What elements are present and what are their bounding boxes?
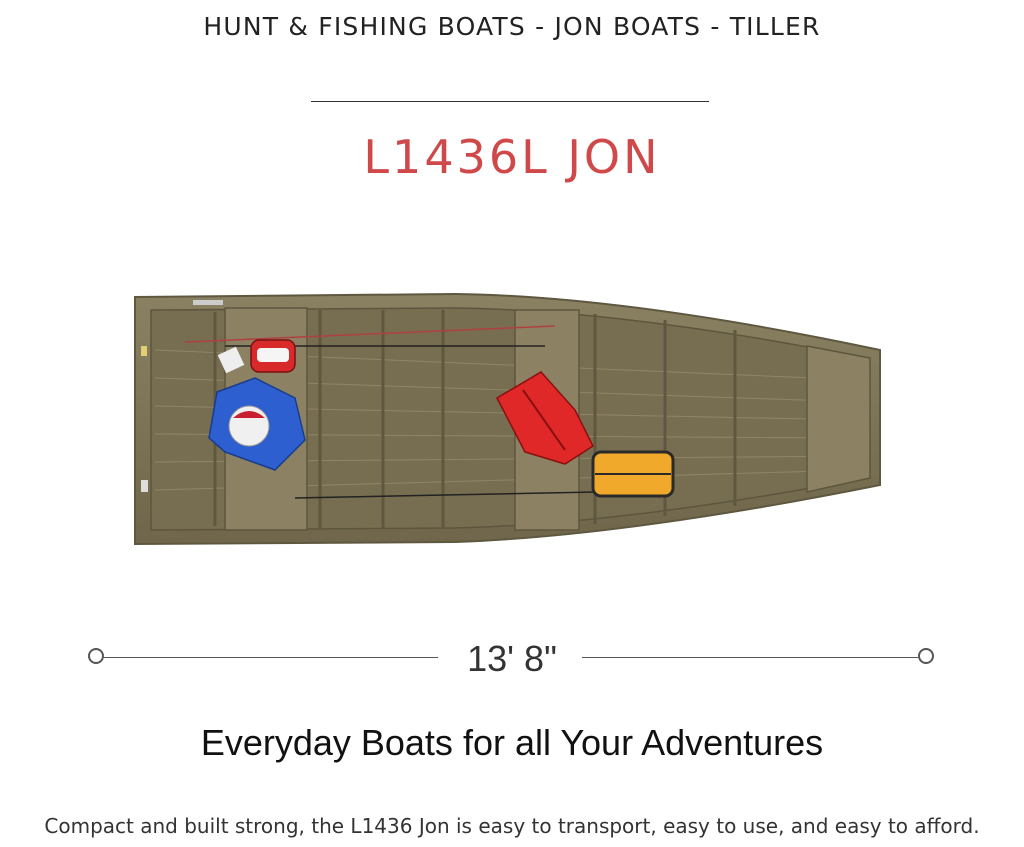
boat-length: 13' 8" [467, 638, 557, 679]
length-dimension: 13' 8" [0, 630, 1024, 686]
dimension-line-left [104, 657, 438, 658]
tagline: Everyday Boats for all Your Adventures [200, 722, 824, 763]
boat-image [134, 292, 881, 546]
dimension-end-marker [918, 648, 934, 664]
breadcrumb[interactable]: HUNT & FISHING BOATS - JON BOATS - TILLE… [0, 12, 1024, 41]
dimension-line-right [582, 657, 918, 658]
page-title: L1436L JON [363, 130, 661, 184]
title-divider [311, 101, 709, 102]
description: Compact and built strong, the L1436 Jon … [44, 814, 980, 838]
dimension-start-marker [88, 648, 104, 664]
